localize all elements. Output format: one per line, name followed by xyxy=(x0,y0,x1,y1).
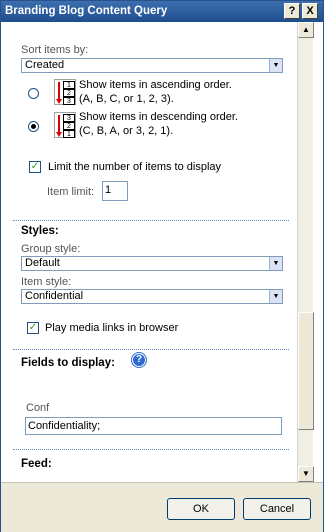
sort-number: 3 xyxy=(63,97,75,105)
section-divider xyxy=(13,220,289,221)
close-button[interactable]: X xyxy=(302,3,318,19)
sort-number: 3 xyxy=(63,114,75,122)
styles-heading: Styles: xyxy=(21,225,59,237)
sort-arrow-down xyxy=(56,132,62,137)
feed-heading: Feed: xyxy=(21,458,52,470)
sort-descending-radio[interactable] xyxy=(28,121,39,132)
sort-items-select[interactable]: Created ▼ xyxy=(21,58,283,73)
item-style-select[interactable]: Confidential ▼ xyxy=(21,289,283,304)
item-limit-label: Item limit: xyxy=(47,186,95,198)
window-title: Branding Blog Content Query xyxy=(5,5,168,17)
tool-pane-content: Sort items by: Created ▼ 1 2 3 Show item… xyxy=(1,22,297,482)
sort-number: 1 xyxy=(63,130,75,138)
sort-ascending-text: Show items in ascending order. xyxy=(79,79,232,91)
chevron-down-icon: ▼ xyxy=(269,290,282,303)
play-media-label: Play media links in browser xyxy=(45,322,179,334)
sort-ascending-example: (A, B, C, or 1, 2, 3). xyxy=(79,93,174,105)
sort-descending-example: (C, B, A, or 3, 2, 1). xyxy=(79,125,174,137)
cancel-button[interactable]: Cancel xyxy=(243,498,311,520)
section-divider xyxy=(13,449,289,450)
sort-descending-icon: 3 2 1 xyxy=(54,112,76,138)
scroll-thumb[interactable] xyxy=(298,312,314,430)
help-button[interactable]: ? xyxy=(284,3,300,19)
sort-number: 2 xyxy=(63,89,75,97)
sort-ascending-icon: 1 2 3 xyxy=(54,79,76,105)
section-divider xyxy=(13,349,289,350)
vertical-scrollbar[interactable]: ▲ ▼ xyxy=(297,22,314,482)
scroll-up-arrow-icon[interactable]: ▲ xyxy=(298,22,314,38)
chevron-down-icon: ▼ xyxy=(269,257,282,270)
item-style-label: Item style: xyxy=(21,276,72,288)
sort-items-label: Sort items by: xyxy=(21,44,89,56)
sort-number: 2 xyxy=(63,122,75,130)
ok-button[interactable]: OK xyxy=(167,498,235,520)
item-limit-input[interactable]: 1 xyxy=(102,181,128,201)
conf-field-input[interactable]: Confidentiality; xyxy=(25,417,282,435)
group-style-value: Default xyxy=(25,257,60,269)
sort-ascending-radio[interactable] xyxy=(28,88,39,99)
limit-items-label: Limit the number of items to display xyxy=(48,161,222,173)
play-media-checkbox[interactable]: ✓ xyxy=(27,322,39,334)
title-bar[interactable]: Branding Blog Content Query ? X xyxy=(1,1,323,22)
dialog-window: Branding Blog Content Query ? X Sort ite… xyxy=(0,0,324,532)
group-style-select[interactable]: Default ▼ xyxy=(21,256,283,271)
conf-field-label: Conf xyxy=(26,402,50,414)
group-style-label: Group style: xyxy=(21,243,81,255)
sort-items-value: Created xyxy=(25,59,65,71)
limit-items-checkbox[interactable]: ✓ xyxy=(29,161,41,173)
scroll-down-arrow-icon[interactable]: ▼ xyxy=(298,466,314,482)
sort-number: 1 xyxy=(63,81,75,89)
item-style-value: Confidential xyxy=(25,290,84,302)
fields-heading: Fields to display: xyxy=(21,357,115,369)
dialog-footer: OK Cancel xyxy=(1,482,323,532)
chevron-down-icon: ▼ xyxy=(269,59,282,72)
sort-descending-text: Show items in descending order. xyxy=(79,111,238,123)
help-icon[interactable]: ? xyxy=(132,353,146,367)
sort-arrow-down xyxy=(56,99,62,104)
